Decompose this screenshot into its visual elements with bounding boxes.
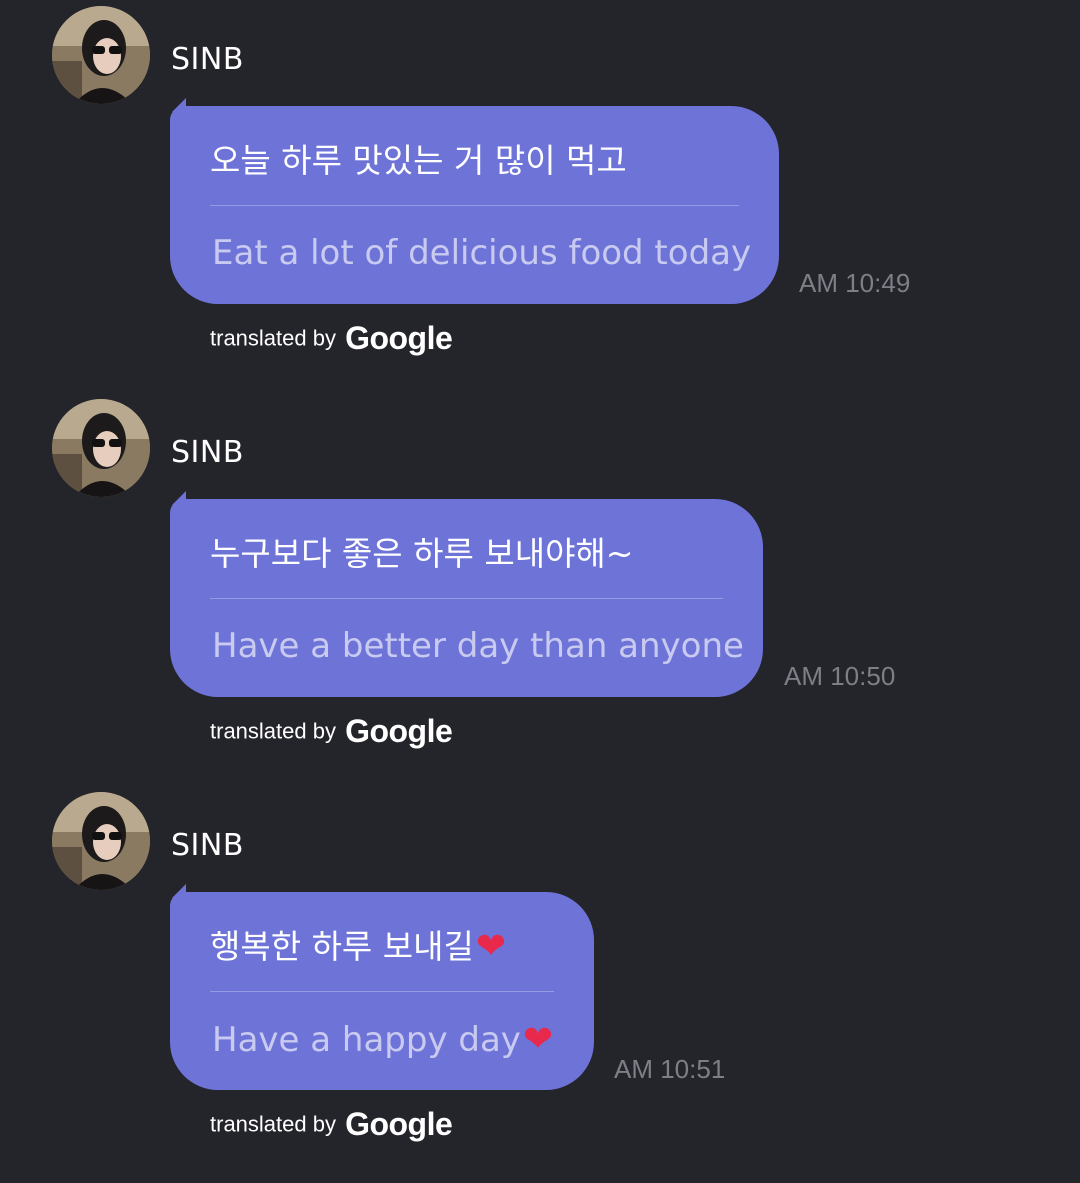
translated-text: Eat a lot of delicious food today bbox=[212, 233, 752, 273]
message-bubble[interactable]: 행복한 하루 보내길❤ Have a happy day❤ bbox=[170, 884, 594, 1090]
original-text: 누구보다 좋은 하루 보내야해~ bbox=[210, 534, 634, 573]
message-group: SINB 누구보다 좋은 하루 보내야해~ Have a better day … bbox=[0, 393, 1080, 786]
credit-prefix: translated by bbox=[210, 325, 336, 351]
avatar[interactable] bbox=[52, 6, 150, 104]
google-logo: Google bbox=[345, 320, 453, 356]
original-text: 오늘 하루 맛있는 거 많이 먹고 bbox=[210, 141, 627, 180]
sender-name: SINB bbox=[171, 828, 244, 863]
timestamp: AM 10:51 bbox=[614, 1054, 726, 1084]
translation-credit: translated by Google bbox=[210, 713, 453, 750]
translation-credit: translated by Google bbox=[210, 320, 453, 357]
translated-text: Have a better day than anyone bbox=[212, 626, 744, 666]
divider bbox=[210, 205, 739, 206]
translated-text-body: Have a happy day bbox=[212, 1020, 521, 1060]
google-logo: Google bbox=[345, 1106, 453, 1142]
original-text: 행복한 하루 보내길❤ bbox=[210, 920, 506, 968]
heart-icon: ❤ bbox=[475, 926, 507, 967]
credit-prefix: translated by bbox=[210, 718, 336, 744]
avatar[interactable] bbox=[52, 399, 150, 497]
sender-name: SINB bbox=[171, 42, 244, 77]
credit-prefix: translated by bbox=[210, 1111, 336, 1137]
avatar[interactable] bbox=[52, 792, 150, 890]
timestamp: AM 10:50 bbox=[784, 661, 896, 691]
heart-icon: ❤ bbox=[522, 1019, 554, 1060]
timestamp: AM 10:49 bbox=[799, 268, 911, 298]
message-bubble[interactable]: 오늘 하루 맛있는 거 많이 먹고 Eat a lot of delicious… bbox=[170, 98, 779, 304]
divider bbox=[210, 598, 723, 599]
message-group: SINB 오늘 하루 맛있는 거 많이 먹고 Eat a lot of deli… bbox=[0, 0, 1080, 393]
google-logo: Google bbox=[345, 713, 453, 749]
original-text-body: 행복한 하루 보내길 bbox=[210, 927, 474, 966]
sender-name: SINB bbox=[171, 435, 244, 470]
message-group: SINB 행복한 하루 보내길❤ Have a happy day❤ AM 10… bbox=[0, 786, 1080, 1179]
message-bubble[interactable]: 누구보다 좋은 하루 보내야해~ Have a better day than … bbox=[170, 491, 763, 697]
divider bbox=[210, 991, 554, 992]
translated-text: Have a happy day❤ bbox=[212, 1019, 553, 1060]
chat-thread: SINB 오늘 하루 맛있는 거 많이 먹고 Eat a lot of deli… bbox=[0, 0, 1080, 1183]
translation-credit: translated by Google bbox=[210, 1106, 453, 1143]
